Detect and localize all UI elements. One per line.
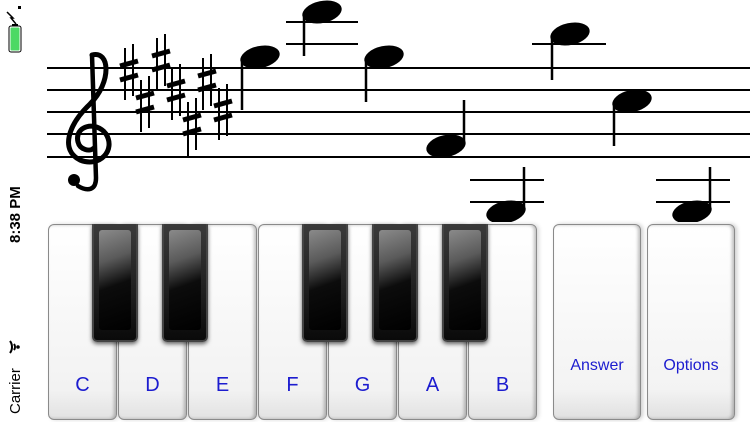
sharp-icon [135, 76, 155, 132]
piano-keyboard: C D E F G A B [46, 224, 540, 422]
sharp-icon [182, 98, 202, 156]
status-carrier: Carrier [7, 368, 24, 414]
key-label: E [215, 374, 230, 396]
note-1 [240, 45, 280, 110]
wifi-icon [9, 340, 20, 354]
music-staff [47, 0, 750, 222]
note-3 [364, 45, 404, 102]
key-label: F [286, 374, 299, 396]
note-5 [470, 167, 544, 222]
black-key-c-sharp[interactable] [92, 224, 138, 342]
staff-lines [47, 67, 750, 158]
options-button-label: Options [663, 357, 719, 374]
note-2 [286, 0, 358, 56]
answer-button-label: Answer [570, 357, 624, 374]
note-4 [426, 100, 466, 158]
key-label: G [354, 374, 371, 396]
note-6 [532, 22, 606, 80]
sharp-icon [197, 54, 217, 110]
note-7 [612, 89, 652, 146]
black-key-g-sharp[interactable] [372, 224, 418, 342]
key-label: A [425, 374, 440, 396]
treble-clef-icon [66, 52, 112, 192]
key-label: B [495, 374, 510, 396]
options-button[interactable]: Options [647, 224, 735, 420]
key-signature [119, 34, 233, 156]
sharp-icon [119, 44, 139, 100]
key-label: D [145, 374, 160, 396]
answer-button[interactable]: Answer [553, 224, 641, 420]
black-key-a-sharp[interactable] [442, 224, 488, 342]
black-key-d-sharp[interactable] [162, 224, 208, 342]
black-key-f-sharp[interactable] [302, 224, 348, 342]
note-8 [656, 167, 730, 222]
key-label: C [75, 374, 90, 396]
sharp-icon [151, 34, 171, 90]
